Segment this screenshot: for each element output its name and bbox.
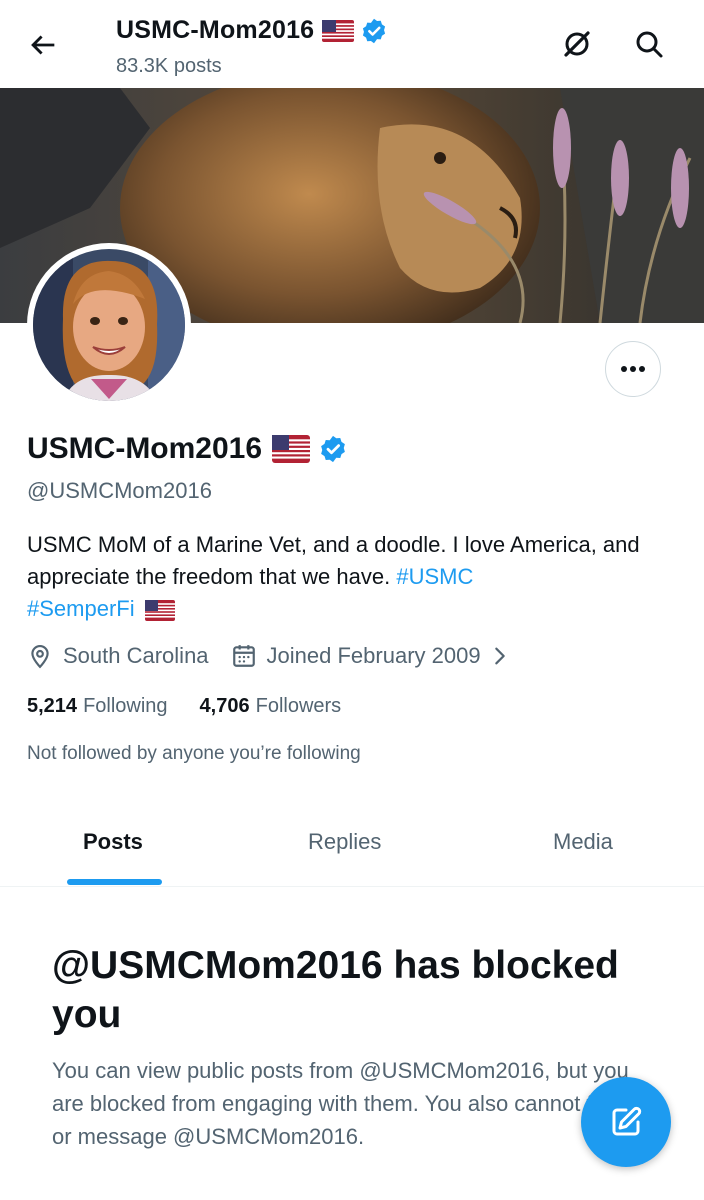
back-arrow-icon[interactable] xyxy=(26,28,60,62)
tab-posts[interactable]: Posts xyxy=(83,829,143,855)
header-title: USMC-Mom2016 xyxy=(116,16,388,45)
blocked-body: You can view public posts from @USMCMom2… xyxy=(52,1058,643,1149)
avatar-image xyxy=(33,249,185,401)
tab-replies[interactable]: Replies xyxy=(308,829,381,855)
more-options-button[interactable] xyxy=(605,341,661,397)
posts-count: 83.3K posts xyxy=(116,55,222,77)
profile-meta: South Carolina Joined February 2009 xyxy=(27,643,511,669)
hashtag-usmc-link[interactable]: #USMC xyxy=(396,564,473,589)
us-flag-icon xyxy=(272,435,311,463)
following-link[interactable]: 5,214 Following xyxy=(27,695,168,718)
compose-button[interactable] xyxy=(581,1077,671,1167)
profile-tabs: Posts Replies Media xyxy=(0,800,704,887)
search-icon[interactable] xyxy=(633,28,665,60)
not-followed-note: Not followed by anyone you’re following xyxy=(27,743,361,764)
following-label: Following xyxy=(83,695,168,717)
header-title-text: USMC-Mom2016 xyxy=(116,16,315,44)
followers-count: 4,706 xyxy=(199,695,250,717)
display-name: USMC-Mom2016 xyxy=(27,432,348,466)
location-text: South Carolina xyxy=(63,643,209,668)
blocked-title: @USMCMom2016 has blocked you xyxy=(52,944,619,1036)
grok-icon[interactable] xyxy=(561,28,593,60)
profile-avatar[interactable] xyxy=(27,243,191,407)
compose-icon xyxy=(612,1106,642,1136)
joined-text: Joined February 2009 xyxy=(266,643,481,668)
calendar-icon xyxy=(232,645,255,667)
tab-media[interactable]: Media xyxy=(553,829,613,855)
followers-link[interactable]: 4,706 Followers xyxy=(200,695,342,718)
follow-stats: 5,214 Following 4,706 Followers xyxy=(27,695,341,718)
display-name-text: USMC-Mom2016 xyxy=(27,432,263,465)
following-count: 5,214 xyxy=(27,695,78,717)
active-tab-indicator xyxy=(67,879,162,885)
chevron-right-icon xyxy=(494,647,505,665)
verified-badge-icon xyxy=(363,18,386,43)
followers-label: Followers xyxy=(255,695,342,717)
us-flag-icon xyxy=(322,19,355,42)
location-item: South Carolina xyxy=(27,643,209,669)
more-icon xyxy=(621,366,645,372)
profile-handle: @USMCMom2016 xyxy=(27,478,212,503)
verified-badge-icon xyxy=(321,435,345,463)
profile-bio: USMC MoM of a Marine Vet, and a doodle. … xyxy=(27,529,677,625)
hashtag-semperfi-link[interactable]: #SemperFi xyxy=(27,596,135,621)
bio-text: USMC MoM of a Marine Vet, and a doodle. … xyxy=(27,532,640,589)
us-flag-icon xyxy=(144,599,175,621)
top-bar: USMC-Mom2016 83.3K posts xyxy=(0,0,704,88)
location-icon xyxy=(31,645,49,669)
joined-item[interactable]: Joined February 2009 xyxy=(231,643,511,669)
